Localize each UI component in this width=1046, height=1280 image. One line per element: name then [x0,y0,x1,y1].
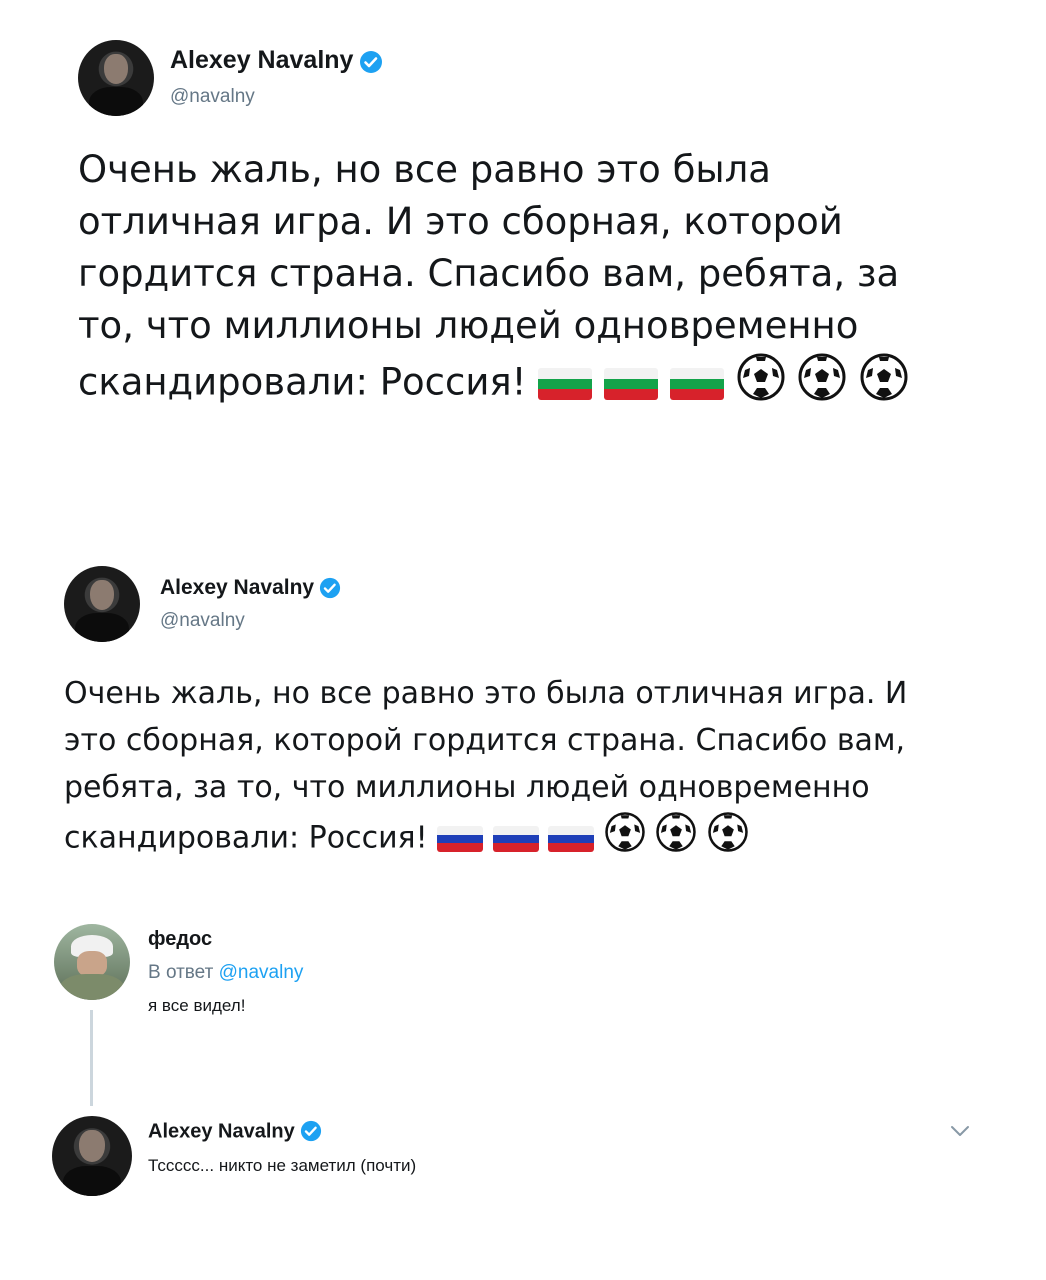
flag-icon [538,368,593,400]
author-name[interactable]: Alexey Navalny [170,46,353,74]
soccer-ball-icon [859,352,909,416]
avatar-body [74,613,130,642]
author-name[interactable]: Alexey Navalny [160,576,314,599]
author-handle[interactable]: @navalny [160,610,245,632]
flag-icon [669,368,724,400]
flag-icon [492,826,539,852]
soccer-ball-icon [797,352,847,416]
verified-badge-icon [300,1120,322,1146]
author-handle[interactable]: @navalny [170,86,255,108]
soccer-ball-icon [655,811,697,867]
thread-line [90,1010,93,1106]
avatar[interactable] [52,1116,132,1196]
avatar-body [88,87,144,116]
author-row: Alexey Navalny [170,46,383,78]
avatar[interactable] [64,566,140,642]
flag-icon [437,826,484,852]
reply-text: я все видел! [148,996,246,1015]
tweet-text: Очень жаль, но все равно это была отличн… [78,144,958,416]
author-row: Alexey Navalny [160,576,341,603]
avatar-body [63,1165,121,1196]
reply-author-name[interactable]: федос [148,928,212,951]
soccer-ball-icon [736,352,786,416]
reply-prefix: В ответ [148,962,214,983]
soccer-ball-icon [604,811,646,867]
emoji-row [538,353,909,404]
tweet-text: Очень жаль, но все равно это была отличн… [64,670,964,867]
flag-icon [604,368,659,400]
emoji-row [437,812,749,856]
avatar-face [89,579,115,611]
soccer-ball-icon [707,811,749,867]
avatar-face [79,1130,105,1163]
avatar-face [103,53,129,85]
reply-context: В ответ @navalny [148,962,303,984]
avatar[interactable] [54,924,130,1000]
avatar-body [58,974,126,1000]
avatar[interactable] [78,40,154,116]
reply-to-link[interactable]: @navalny [219,962,304,983]
flag-icon [548,826,595,852]
answer-text: Тссссс... никто не заметил (почти) [148,1156,417,1175]
chevron-down-icon[interactable] [946,1120,974,1142]
author-row: Alexey Navalny [148,1120,322,1146]
author-name[interactable]: Alexey Navalny [148,1121,295,1143]
verified-badge-icon [319,577,341,603]
verified-badge-icon [359,50,383,78]
